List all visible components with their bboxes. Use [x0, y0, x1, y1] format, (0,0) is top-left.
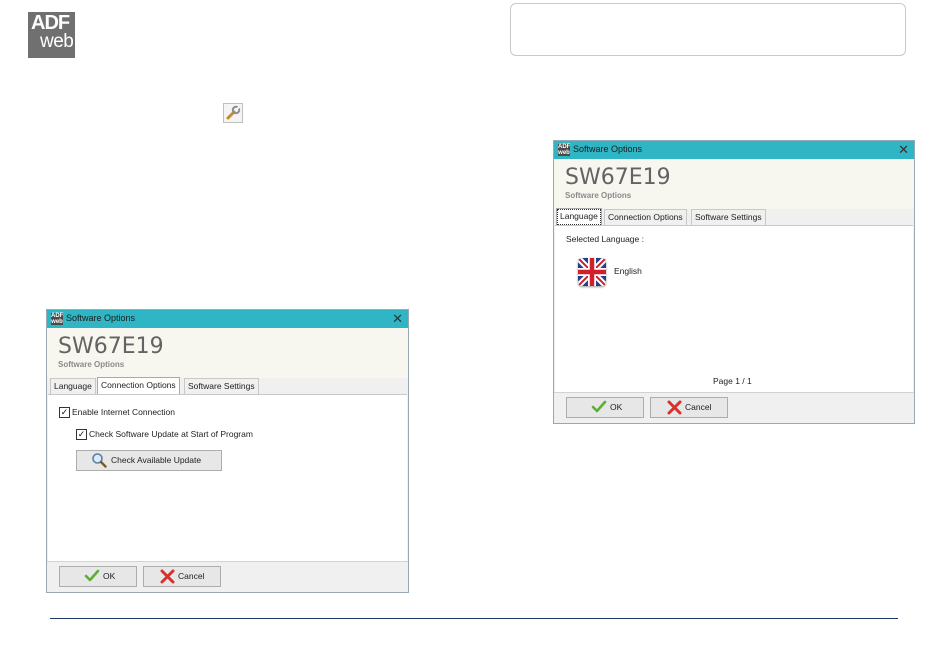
logo-web-text: web: [40, 31, 74, 52]
cancel-button[interactable]: Cancel: [143, 566, 221, 587]
close-icon[interactable]: ✕: [392, 310, 403, 328]
cancel-label: Cancel: [178, 571, 205, 581]
app-icon: ADF web: [51, 313, 64, 325]
dialog-footer: OK Cancel: [47, 561, 408, 592]
dialog-titlebar: ADF web Software Options ✕: [47, 310, 408, 328]
ok-label: OK: [610, 402, 623, 412]
software-options-dialog-language: ADF web Software Options ✕ SW67E19 Softwa…: [553, 140, 915, 424]
enable-internet-checkbox[interactable]: ✓: [59, 407, 70, 418]
check-update-label: Check Software Update at Start of Progra…: [89, 429, 253, 439]
red-cross-icon: [667, 400, 682, 417]
banner-subtitle: Software Options: [58, 360, 125, 369]
dialog-footer: OK Cancel: [554, 392, 914, 423]
magnifier-icon: [91, 452, 107, 470]
dialog-titlebar: ADF web Software Options ✕: [554, 141, 914, 159]
dialog-banner: SW67E19 Software Options: [47, 328, 408, 378]
tab-language[interactable]: Language: [50, 378, 96, 394]
page-footer-rule: [50, 618, 898, 619]
tab-connection-options[interactable]: Connection Options: [604, 209, 687, 225]
header-box: [510, 3, 906, 56]
dialog-title: Software Options: [573, 144, 643, 154]
page-indicator: Page 1 / 1: [713, 376, 752, 386]
adfweb-logo: ADF web: [28, 12, 75, 58]
ok-button[interactable]: OK: [59, 566, 137, 587]
green-check-icon: [591, 400, 607, 416]
tab-strip: Language Connection Options Software Set…: [47, 377, 408, 395]
tab-strip: Language Connection Options Software Set…: [554, 208, 914, 226]
cancel-label: Cancel: [685, 402, 712, 412]
cancel-button[interactable]: Cancel: [650, 397, 728, 418]
selected-language-label: Selected Language :: [566, 234, 644, 244]
tab-language[interactable]: Language: [556, 208, 602, 226]
tab-panel: ✓ Enable Internet Connection ✓ Check Sof…: [48, 394, 407, 562]
product-code: SW67E19: [58, 334, 164, 359]
enable-internet-label: Enable Internet Connection: [72, 407, 176, 417]
product-code: SW67E19: [565, 165, 671, 190]
uk-flag-icon[interactable]: [578, 258, 606, 286]
tab-panel: Selected Language : English Page 1 / 1: [555, 225, 913, 393]
tab-software-settings[interactable]: Software Settings: [184, 378, 259, 394]
app-icon: ADF web: [558, 144, 571, 156]
tab-connection-options[interactable]: Connection Options: [97, 377, 180, 395]
check-available-update-label: Check Available Update: [111, 455, 202, 465]
ok-button[interactable]: OK: [566, 397, 644, 418]
language-option-english[interactable]: English: [614, 266, 642, 276]
dialog-banner: SW67E19 Software Options: [554, 159, 914, 209]
green-check-icon: [84, 569, 100, 585]
close-icon[interactable]: ✕: [898, 141, 909, 159]
check-available-update-button[interactable]: Check Available Update: [76, 450, 222, 471]
ok-label: OK: [103, 571, 116, 581]
tab-software-settings[interactable]: Software Settings: [691, 209, 766, 225]
dialog-title: Software Options: [66, 313, 136, 323]
check-update-checkbox[interactable]: ✓: [76, 429, 87, 440]
red-cross-icon: [160, 569, 175, 586]
software-options-dialog-connection: ADF web Software Options ✕ SW67E19 Softwa…: [46, 309, 409, 593]
wrench-icon: [223, 103, 243, 123]
banner-subtitle: Software Options: [565, 191, 632, 200]
